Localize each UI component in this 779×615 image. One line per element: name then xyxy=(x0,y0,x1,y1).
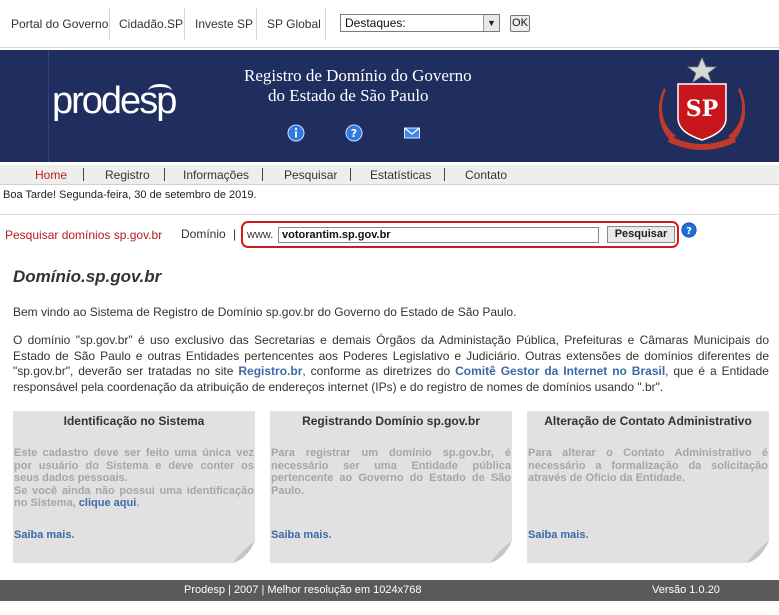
destaques-selected-value: Destaques: xyxy=(345,16,406,30)
description-text: O domínio "sp.gov.br" é uso exclusivo da… xyxy=(13,333,769,395)
nav-contato[interactable]: Contato xyxy=(465,168,507,182)
top-link-sp-global[interactable]: SP Global xyxy=(267,17,321,31)
divider xyxy=(184,8,185,40)
divider xyxy=(0,214,779,215)
sp-coat-of-arms-icon: SP xyxy=(658,57,746,150)
nav-informacoes[interactable]: Informações xyxy=(183,168,249,182)
comite-gestor-link[interactable]: Comitê Gestor da Internet no Brasil xyxy=(455,364,665,378)
welcome-text: Bem vindo ao Sistema de Registro de Domí… xyxy=(13,305,517,319)
footer-text: Prodesp | 2007 | Melhor resolução em 102… xyxy=(184,584,422,596)
dominio-separator: | xyxy=(233,227,237,241)
card-registrando: Registrando Domínio sp.gov.br Para regis… xyxy=(270,411,512,563)
card-title: Registrando Domínio sp.gov.br xyxy=(302,414,480,428)
destaques-ok-button[interactable]: OK xyxy=(510,15,530,32)
divider xyxy=(325,8,326,40)
divider xyxy=(164,168,165,181)
dominio-label: Domínio | xyxy=(181,227,236,241)
clique-aqui-link[interactable]: clique aqui xyxy=(79,497,136,509)
main-nav: Home Registro Informações Pesquisar Esta… xyxy=(0,165,779,185)
page-title: Registro de Domínio do Governo do Estado… xyxy=(244,66,472,106)
card-alteracao-contato: Alteração de Contato Administrativo Para… xyxy=(527,411,769,563)
footer: Prodesp | 2007 | Melhor resolução em 102… xyxy=(0,580,779,601)
logo-swoosh xyxy=(148,84,172,98)
search-help-icon[interactable]: ? xyxy=(681,222,697,238)
divider xyxy=(350,168,351,181)
top-link-cidadao-sp[interactable]: Cidadão.SP xyxy=(119,17,183,31)
nav-pesquisar[interactable]: Pesquisar xyxy=(284,168,337,182)
dominio-label-text: Domínio xyxy=(181,227,226,241)
page-curl-icon xyxy=(747,541,769,563)
registro-br-link[interactable]: Registro.br xyxy=(238,364,302,378)
title-line-1: Registro de Domínio do Governo xyxy=(244,66,472,85)
mail-icon[interactable] xyxy=(403,124,421,142)
www-prefix: www. xyxy=(247,229,274,241)
divider xyxy=(444,168,445,181)
nav-registro[interactable]: Registro xyxy=(105,168,150,182)
version-text: Versão 1.0.20 xyxy=(652,584,720,596)
top-link-portal-governo[interactable]: Portal do Governo xyxy=(11,17,108,31)
info-icon[interactable] xyxy=(287,124,305,142)
divider xyxy=(83,168,84,181)
top-link-investe-sp[interactable]: Investe SP xyxy=(195,17,253,31)
divider xyxy=(109,8,110,40)
help-icon[interactable]: ? xyxy=(345,124,363,142)
title-line-2: do Estado de São Paulo xyxy=(268,86,429,105)
card-body: Para registrar um domínio sp.gov.br, é n… xyxy=(271,447,511,497)
saiba-mais-link[interactable]: Saiba mais. xyxy=(271,529,332,541)
destaques-select[interactable]: Destaques: ▼ xyxy=(340,14,500,32)
chevron-down-icon[interactable]: ▼ xyxy=(483,15,499,31)
divider xyxy=(256,8,257,40)
description-part-2: , conforme as diretrizes do xyxy=(302,364,456,378)
page-curl-icon xyxy=(233,541,255,563)
banner-left-panel xyxy=(0,50,49,162)
top-links-bar: Portal do Governo Cidadão.SP Investe SP … xyxy=(0,0,779,48)
card-body-text: Este cadastro deve ser feito uma única v… xyxy=(14,447,254,484)
nav-estatisticas[interactable]: Estatísticas xyxy=(370,168,431,182)
card-title: Identificação no Sistema xyxy=(63,414,205,428)
svg-text:?: ? xyxy=(351,127,357,140)
greeting-text: Boa Tarde! Segunda-feira, 30 de setembro… xyxy=(3,189,257,201)
divider xyxy=(262,168,263,181)
main-title: Domínio.sp.gov.br xyxy=(13,267,162,286)
page-curl-icon xyxy=(490,541,512,563)
domain-search-box: www. Pesquisar xyxy=(241,221,679,248)
domain-search-input[interactable] xyxy=(278,227,599,243)
seal-letters: SP xyxy=(686,96,718,122)
pesquisar-button[interactable]: Pesquisar xyxy=(607,226,675,243)
svg-text:?: ? xyxy=(686,226,692,237)
card-identificacao: Identificação no Sistema Este cadastro d… xyxy=(13,411,255,563)
card-title: Alteração de Contato Administrativo xyxy=(544,414,752,428)
card-body: Para alterar o Contato Administrativo é … xyxy=(528,447,768,484)
saiba-mais-link[interactable]: Saiba mais. xyxy=(528,529,589,541)
search-section-label: Pesquisar domínios sp.gov.br xyxy=(5,228,163,242)
saiba-mais-link[interactable]: Saiba mais. xyxy=(14,529,75,541)
nav-home[interactable]: Home xyxy=(35,168,67,182)
card-body: Este cadastro deve ser feito uma única v… xyxy=(14,447,254,509)
